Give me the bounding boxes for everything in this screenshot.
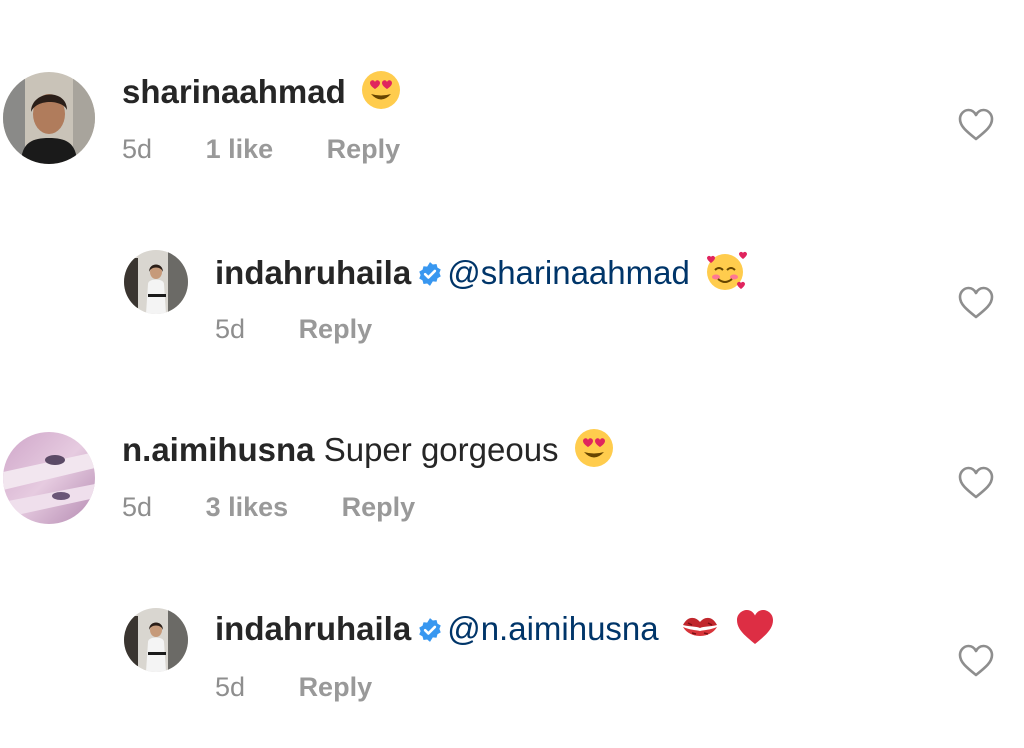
heart-eyes-emoji	[574, 428, 614, 477]
verified-badge-icon	[417, 256, 443, 296]
avatar[interactable]	[124, 250, 188, 314]
reply-button[interactable]: Reply	[299, 314, 373, 344]
smiling-face-with-hearts-emoji	[705, 250, 748, 301]
like-heart-icon[interactable]	[958, 108, 994, 142]
comment: sharinaahmad 5d 1 like Reply	[0, 60, 1024, 170]
avatar-image	[3, 432, 95, 524]
comment-line: indahruhaila @n.aimihusna	[215, 608, 775, 655]
avatar[interactable]	[3, 432, 95, 524]
avatar[interactable]	[124, 608, 188, 672]
red-heart-emoji	[735, 608, 775, 655]
comment: n.aimihusna Super gorgeous 5d 3 likes Re…	[0, 420, 1024, 530]
comment-text: Super gorgeous	[323, 431, 559, 469]
comment-meta: 5d Reply	[215, 670, 418, 704]
comment-line: n.aimihusna Super gorgeous	[122, 428, 614, 477]
reply-button[interactable]: Reply	[299, 672, 373, 702]
likes-count[interactable]: 3 likes	[206, 492, 289, 522]
mention-link[interactable]: @sharinaahmad	[447, 254, 690, 291]
timestamp: 5d	[215, 672, 246, 702]
avatar-image	[3, 72, 95, 164]
comment-reply: indahruhaila @n.aimihusna 5d Reply	[0, 598, 1024, 708]
comment-meta: 5d 1 like Reply	[122, 132, 446, 166]
reply-button[interactable]: Reply	[342, 492, 416, 522]
avatar-image	[124, 250, 188, 314]
comment-reply: indahruhaila @sharinaahmad 5d Reply	[0, 240, 1024, 350]
timestamp: 5d	[215, 314, 246, 344]
username[interactable]: sharinaahmad	[122, 73, 346, 110]
like-heart-icon[interactable]	[958, 644, 994, 678]
comment-line: sharinaahmad	[122, 70, 401, 119]
verified-badge-icon	[417, 612, 443, 652]
likes-count[interactable]: 1 like	[206, 134, 274, 164]
timestamp: 5d	[122, 134, 153, 164]
avatar-image	[124, 608, 188, 672]
heart-eyes-emoji	[361, 70, 401, 119]
like-heart-icon[interactable]	[958, 466, 994, 500]
timestamp: 5d	[122, 492, 153, 522]
like-heart-icon[interactable]	[958, 286, 994, 320]
username[interactable]: n.aimihusna	[122, 431, 315, 468]
kiss-mark-emoji	[680, 609, 720, 654]
username[interactable]: indahruhaila	[215, 610, 411, 647]
comment-meta: 5d 3 likes Reply	[122, 490, 461, 524]
reply-button[interactable]: Reply	[327, 134, 401, 164]
avatar[interactable]	[3, 72, 95, 164]
mention-link[interactable]: @n.aimihusna	[447, 610, 658, 647]
comment-meta: 5d Reply	[215, 312, 418, 346]
username[interactable]: indahruhaila	[215, 254, 411, 291]
comment-line: indahruhaila @sharinaahmad	[215, 250, 748, 301]
